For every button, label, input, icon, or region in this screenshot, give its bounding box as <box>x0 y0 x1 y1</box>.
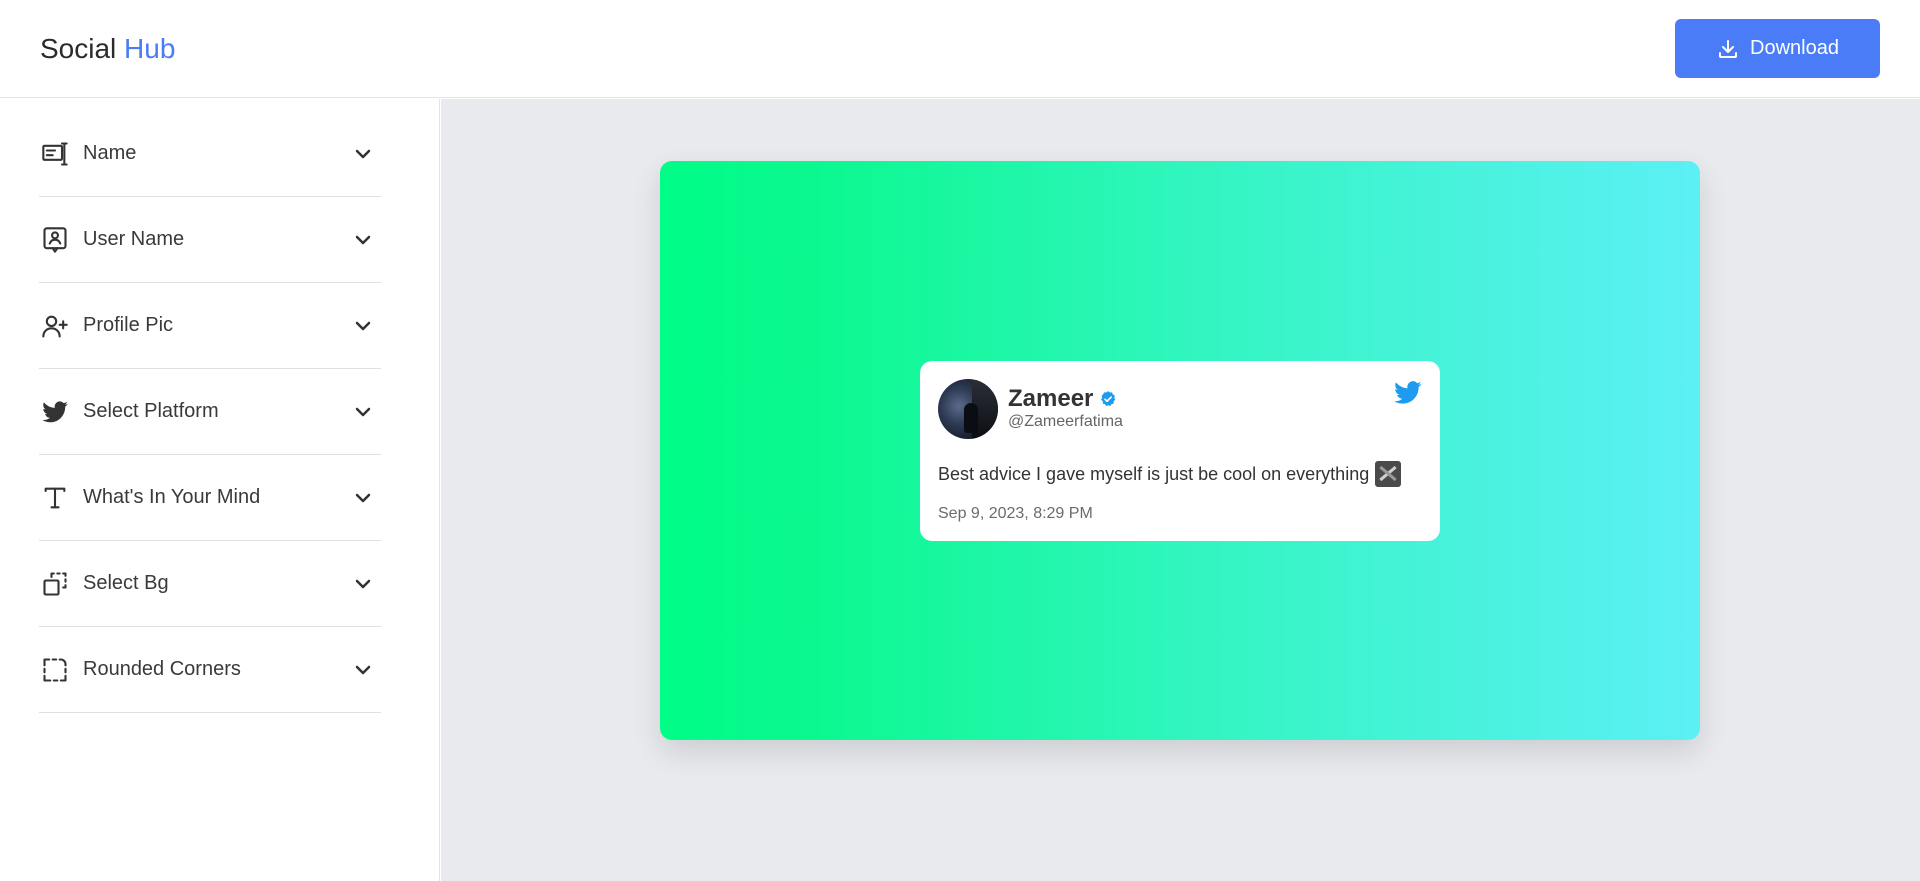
text-icon <box>39 482 71 514</box>
chevron-down-icon <box>351 400 375 424</box>
download-label: Download <box>1750 37 1839 59</box>
tweet-handle: @Zameerfatima <box>1008 413 1123 430</box>
sidebar-item-user-name[interactable]: User Name <box>39 197 381 283</box>
sidebar-item-rounded-corners[interactable]: Rounded Corners <box>39 627 381 713</box>
sidebar-item-label: Profile Pic <box>83 314 174 336</box>
chevron-down-icon <box>351 658 375 682</box>
verified-badge-icon <box>1101 391 1116 406</box>
sidebar-item-label: Name <box>83 142 137 164</box>
sidebar-item-label: Select Platform <box>83 400 219 422</box>
sidebar-item-profile-pic[interactable]: Profile Pic <box>39 283 381 369</box>
chevron-down-icon <box>351 228 375 252</box>
avatar-figure <box>964 403 978 433</box>
chevron-down-icon <box>351 314 375 338</box>
twitter-bird-icon <box>39 396 71 428</box>
chevron-down-icon <box>351 486 375 510</box>
tweet-date: Sep 9, 2023, 8:29 PM <box>938 505 1093 522</box>
tweet-author-name: Zameer <box>1008 385 1117 413</box>
twitter-bird-icon <box>1394 381 1422 404</box>
sidebar-item-label: Select Bg <box>83 572 169 594</box>
sparkle-emoji-icon <box>1375 461 1402 487</box>
sidebar-item-select-platform[interactable]: Select Platform <box>39 369 381 455</box>
tweet-name-text: Zameer <box>1008 385 1094 412</box>
rounded-corners-icon <box>39 654 71 686</box>
logo-word-hub: Hub <box>124 33 176 64</box>
tweet-text: Best advice I gave myself is just be coo… <box>938 461 1402 487</box>
sidebar-item-label: User Name <box>83 228 185 250</box>
app-logo: Social Hub <box>40 32 175 66</box>
sidebar-item-label: What's In Your Mind <box>83 486 261 508</box>
user-plus-icon <box>39 310 71 342</box>
top-bar: Social Hub Download <box>0 0 1920 98</box>
select-bg-icon <box>39 568 71 600</box>
logo-word-social: Social <box>40 33 117 64</box>
avatar <box>938 379 998 439</box>
download-icon <box>1719 39 1738 58</box>
settings-sidebar: Name User Name Profile Pic Select Platfo… <box>0 99 440 881</box>
user-badge-icon <box>39 224 71 256</box>
chevron-down-icon <box>351 572 375 596</box>
sidebar-item-whats-in-your-mind[interactable]: What's In Your Mind <box>39 455 381 541</box>
name-card-icon <box>39 138 71 170</box>
sidebar-item-name[interactable]: Name <box>39 111 381 197</box>
tweet-card: Zameer @Zameerfatima Best advice I gave … <box>920 361 1440 541</box>
tweet-text-content: Best advice I gave myself is just be coo… <box>938 463 1370 484</box>
chevron-down-icon <box>351 142 375 166</box>
download-button[interactable]: Download <box>1675 19 1880 78</box>
sidebar-item-select-bg[interactable]: Select Bg <box>39 541 381 627</box>
sidebar-item-label: Rounded Corners <box>83 658 241 680</box>
